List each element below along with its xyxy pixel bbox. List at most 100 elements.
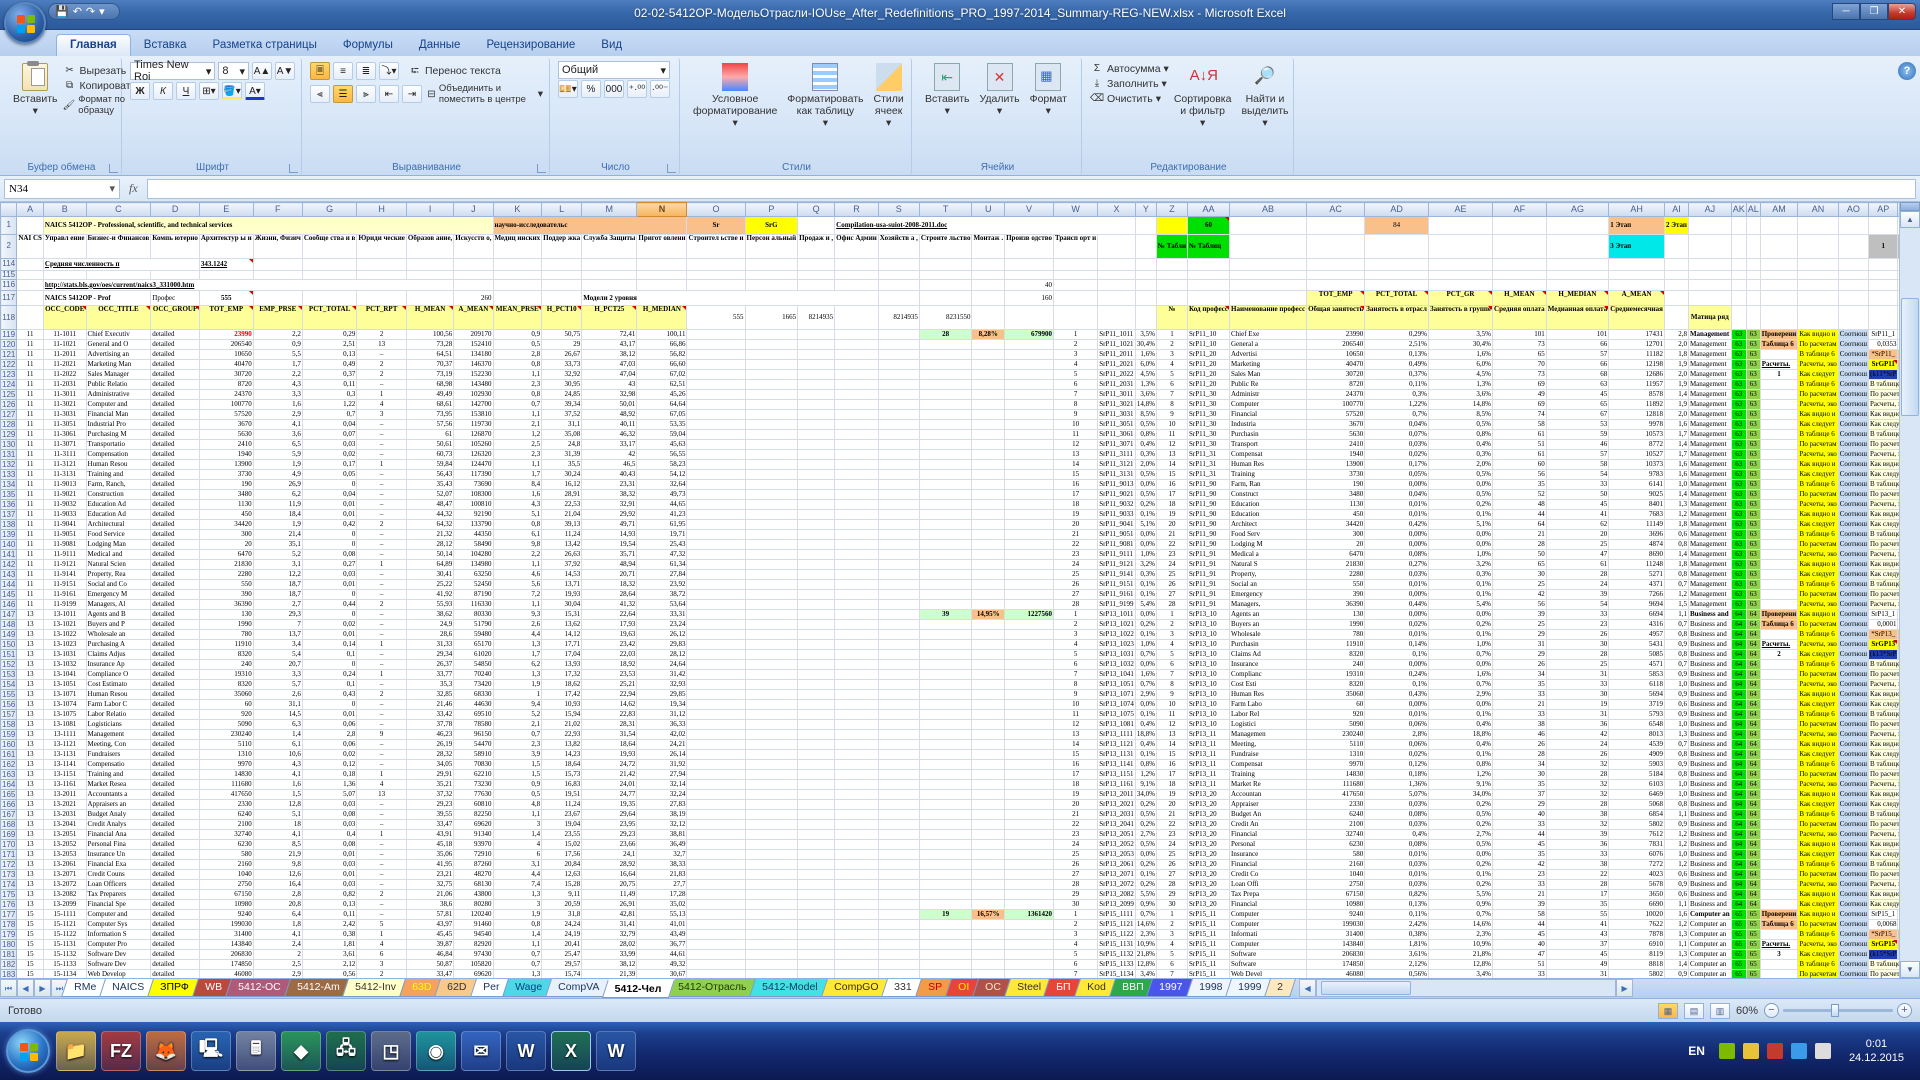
cell[interactable]: 1227560 [1005, 610, 1054, 620]
cell[interactable]: По расчетам [1798, 620, 1838, 630]
cell[interactable]: 21 [1053, 810, 1097, 820]
cell[interactable]: detailed [151, 720, 200, 730]
cell[interactable] [798, 510, 835, 520]
cell[interactable] [687, 271, 745, 280]
cell[interactable] [835, 590, 879, 600]
cell[interactable]: 27,7 [637, 880, 687, 890]
cell[interactable] [972, 390, 1005, 400]
cell[interactable]: 17 [1156, 770, 1187, 780]
cell[interactable] [687, 820, 745, 830]
cell[interactable] [1098, 259, 1136, 271]
cell[interactable]: 0,00% [1365, 590, 1429, 600]
cell[interactable]: SrP11_30 [1188, 390, 1230, 400]
cell[interactable] [798, 390, 835, 400]
cell[interactable]: 15 [1053, 470, 1097, 480]
cell[interactable]: 1,7 [1664, 450, 1688, 460]
cell[interactable]: 9 [1156, 410, 1187, 420]
cell[interactable]: 0,8 [1664, 750, 1688, 760]
cell[interactable]: 19 [1156, 510, 1187, 520]
cell[interactable]: 32,64 [637, 480, 687, 490]
cell[interactable]: 31,41 [582, 920, 637, 930]
cell[interactable]: SrP13_2071 [1098, 870, 1136, 880]
cell[interactable]: SrP15_11 [1188, 920, 1230, 930]
cell[interactable]: – [357, 570, 407, 580]
cell[interactable]: 32,7 [637, 850, 687, 860]
cell[interactable]: Human Resou [86, 460, 151, 470]
cell[interactable]: 2100 [1307, 820, 1365, 830]
cell[interactable]: 152410 [454, 340, 493, 350]
cell[interactable]: 1,6% [1135, 670, 1156, 680]
cell[interactable]: 63 [1746, 520, 1760, 530]
row-header-148[interactable]: 148 [1, 620, 17, 630]
cell[interactable]: 29 [1156, 890, 1187, 900]
cell[interactable]: Insurance Un [86, 850, 151, 860]
cell[interactable] [1760, 350, 1798, 360]
increase-indent-button[interactable]: ⇥ [402, 85, 422, 103]
row-header-145[interactable]: 145 [1, 590, 17, 600]
cell[interactable] [1546, 259, 1609, 271]
cell[interactable]: Computer an [1688, 930, 1731, 940]
cell[interactable]: 8320 [199, 650, 253, 660]
cell[interactable]: SrP11_90 [1188, 480, 1230, 490]
cell[interactable]: 4,1 [253, 930, 302, 940]
cell[interactable]: – [357, 660, 407, 670]
cell[interactable]: 64 [1746, 830, 1760, 840]
cell[interactable]: 57,81 [406, 910, 453, 920]
cell[interactable] [745, 770, 798, 780]
cell[interactable]: Managers, Al [86, 600, 151, 610]
cell[interactable]: 0,29% [1365, 330, 1429, 340]
cell[interactable]: Монтаж . [972, 235, 1005, 259]
cell[interactable]: – [357, 380, 407, 390]
cell[interactable]: 390 [1307, 590, 1365, 600]
cell[interactable] [972, 940, 1005, 950]
cell[interactable]: 13 [17, 750, 44, 760]
cell[interactable]: 63 [1731, 530, 1746, 540]
cell[interactable]: SrP13_1074 [1098, 700, 1136, 710]
cell[interactable]: 6 [1156, 380, 1187, 390]
cell[interactable]: В таблице 6 [1798, 660, 1838, 670]
cell[interactable]: 15 [1053, 750, 1097, 760]
cell[interactable]: 11 [17, 590, 44, 600]
cell[interactable]: H_PCT25 [582, 306, 637, 330]
cell[interactable]: Business and [1688, 890, 1731, 900]
cell[interactable]: 2,3 [493, 380, 542, 390]
cell[interactable] [582, 271, 637, 280]
cell[interactable]: 0,1% [1135, 630, 1156, 640]
column-header-W[interactable]: W [1053, 203, 1097, 217]
cell[interactable]: 0,38% [1365, 930, 1429, 940]
cell[interactable]: 69 [1493, 380, 1547, 390]
cell[interactable]: – [357, 610, 407, 620]
cell[interactable]: SrP13_1051 [1098, 680, 1136, 690]
cell[interactable] [835, 970, 879, 978]
cell[interactable]: 0,03 [302, 820, 356, 830]
cell[interactable]: 37 [1546, 940, 1609, 950]
cell[interactable]: 30,95 [542, 380, 582, 390]
column-header-G[interactable]: G [302, 203, 356, 217]
cell[interactable]: 35 [1493, 680, 1547, 690]
cell[interactable]: Social and Co [86, 580, 151, 590]
cell[interactable] [745, 420, 798, 430]
cell[interactable]: 13-2072 [43, 880, 86, 890]
cell[interactable]: По расчетам [1798, 340, 1838, 350]
cell[interactable] [687, 420, 745, 430]
cell[interactable]: 64 [1731, 710, 1746, 720]
cell[interactable]: Credit An [1230, 820, 1307, 830]
cell[interactable]: 16 [1053, 760, 1097, 770]
cell[interactable] [745, 790, 798, 800]
cell[interactable] [687, 490, 745, 500]
cell[interactable] [745, 610, 798, 620]
cell[interactable]: 13 [17, 640, 44, 650]
cell[interactable]: 50,14 [406, 550, 453, 560]
cell[interactable]: 13 [17, 700, 44, 710]
cell[interactable]: SrP11_90 [1188, 490, 1230, 500]
cell[interactable] [86, 271, 151, 280]
cell[interactable]: OCC_TITLE [86, 306, 151, 330]
cell[interactable] [919, 400, 972, 410]
cell[interactable] [972, 930, 1005, 940]
cell[interactable]: Продаж и , [798, 235, 835, 259]
cell[interactable]: 9 [357, 730, 407, 740]
cell[interactable] [687, 280, 745, 291]
cell[interactable]: SrP13_2041 [1098, 820, 1136, 830]
cell[interactable]: 0,01% [1365, 870, 1429, 880]
cell[interactable]: Среднемесячная [1609, 306, 1665, 330]
